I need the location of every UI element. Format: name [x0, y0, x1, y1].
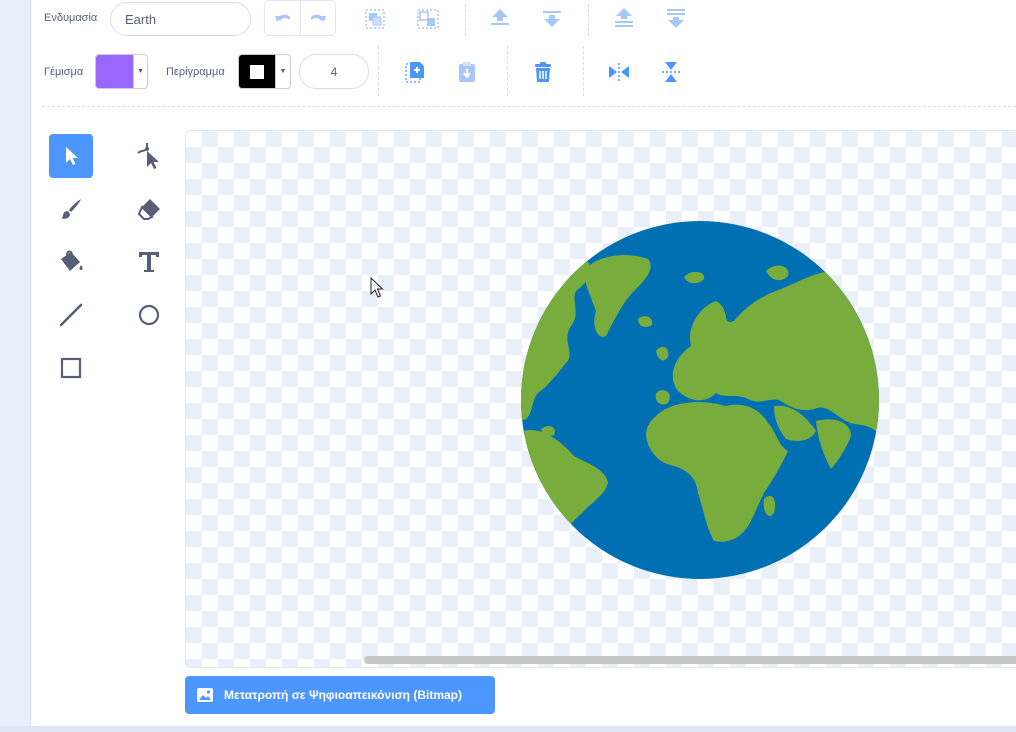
undo-redo-group — [264, 0, 336, 36]
flip-vertical-icon — [662, 62, 680, 82]
costume-name-input[interactable] — [110, 2, 251, 36]
separator — [507, 46, 508, 96]
flip-vertical-button[interactable] — [658, 58, 684, 86]
forward-icon — [491, 9, 509, 25]
paint-bucket-icon — [61, 250, 83, 271]
bottom-edge — [0, 726, 1016, 732]
paste-button[interactable] — [455, 58, 481, 86]
back-button[interactable] — [664, 6, 688, 30]
left-panel-edge — [0, 0, 31, 732]
toolbar-divider — [42, 106, 1016, 107]
caret-down-icon: ▼ — [279, 68, 287, 75]
line-tool[interactable] — [49, 293, 93, 337]
circle-tool[interactable] — [127, 293, 171, 337]
separator — [588, 4, 589, 36]
group-button[interactable] — [362, 6, 388, 32]
ungroup-button[interactable] — [415, 6, 441, 32]
flip-horizontal-icon — [609, 63, 629, 81]
text-icon — [139, 252, 159, 272]
outline-width-input[interactable] — [299, 54, 369, 89]
separator — [583, 46, 584, 96]
rectangle-tool[interactable] — [49, 346, 93, 390]
fill-color-swatch — [96, 55, 133, 88]
eraser-icon — [137, 199, 160, 220]
back-icon — [667, 9, 685, 28]
select-arrow-icon — [66, 147, 78, 165]
image-icon — [197, 688, 213, 702]
text-tool[interactable] — [127, 240, 171, 284]
convert-button-label: Μετατροπή σε Ψηφιοαπεικόνιση (Bitmap) — [224, 688, 463, 702]
eraser-tool[interactable] — [127, 187, 171, 231]
outline-color-swatch — [239, 55, 275, 88]
delete-button[interactable] — [530, 58, 556, 86]
group-icon — [365, 9, 385, 29]
convert-to-bitmap-button[interactable]: Μετατροπή σε Ψηφιοαπεικόνιση (Bitmap) — [185, 676, 495, 714]
outline-label: Περίγραμμα — [166, 66, 225, 78]
front-icon — [615, 8, 633, 27]
reshape-tool[interactable] — [127, 134, 171, 178]
redo-icon — [311, 14, 326, 22]
reshape-icon — [137, 143, 159, 169]
fill-label: Γέμισμα — [44, 66, 84, 78]
copy-button[interactable] — [402, 58, 428, 86]
paste-icon — [459, 62, 475, 82]
circle-icon — [138, 304, 160, 326]
brush-icon — [61, 199, 81, 219]
fill-tool[interactable] — [49, 240, 93, 284]
fill-color-picker[interactable]: ▼ — [95, 54, 148, 89]
earth-costume[interactable] — [186, 131, 1016, 668]
ungroup-icon — [417, 9, 439, 29]
copy-icon — [405, 62, 424, 83]
brush-tool[interactable] — [49, 187, 93, 231]
trash-icon — [535, 62, 551, 82]
redo-button[interactable] — [301, 1, 335, 35]
paint-canvas[interactable] — [185, 130, 1016, 668]
separator — [378, 46, 379, 96]
outline-color-picker[interactable]: ▼ — [238, 54, 291, 89]
backward-button[interactable] — [540, 6, 564, 30]
front-button[interactable] — [612, 6, 636, 30]
undo-icon — [274, 14, 290, 22]
fill-dropdown[interactable]: ▼ — [133, 55, 147, 88]
select-tool[interactable] — [49, 134, 93, 178]
caret-down-icon: ▼ — [137, 68, 144, 75]
backward-icon — [543, 11, 561, 27]
costume-label: Ενδυμασία — [44, 12, 98, 24]
separator — [465, 4, 466, 36]
line-icon — [59, 303, 83, 327]
forward-button[interactable] — [488, 6, 512, 30]
canvas-horizontal-scrollbar[interactable] — [364, 656, 1016, 664]
outline-inner-box — [250, 64, 264, 79]
outline-dropdown[interactable]: ▼ — [275, 55, 290, 88]
flip-horizontal-button[interactable] — [606, 58, 632, 86]
rectangle-icon — [60, 357, 82, 379]
undo-button[interactable] — [265, 1, 301, 35]
mouse-cursor-icon — [370, 277, 384, 298]
